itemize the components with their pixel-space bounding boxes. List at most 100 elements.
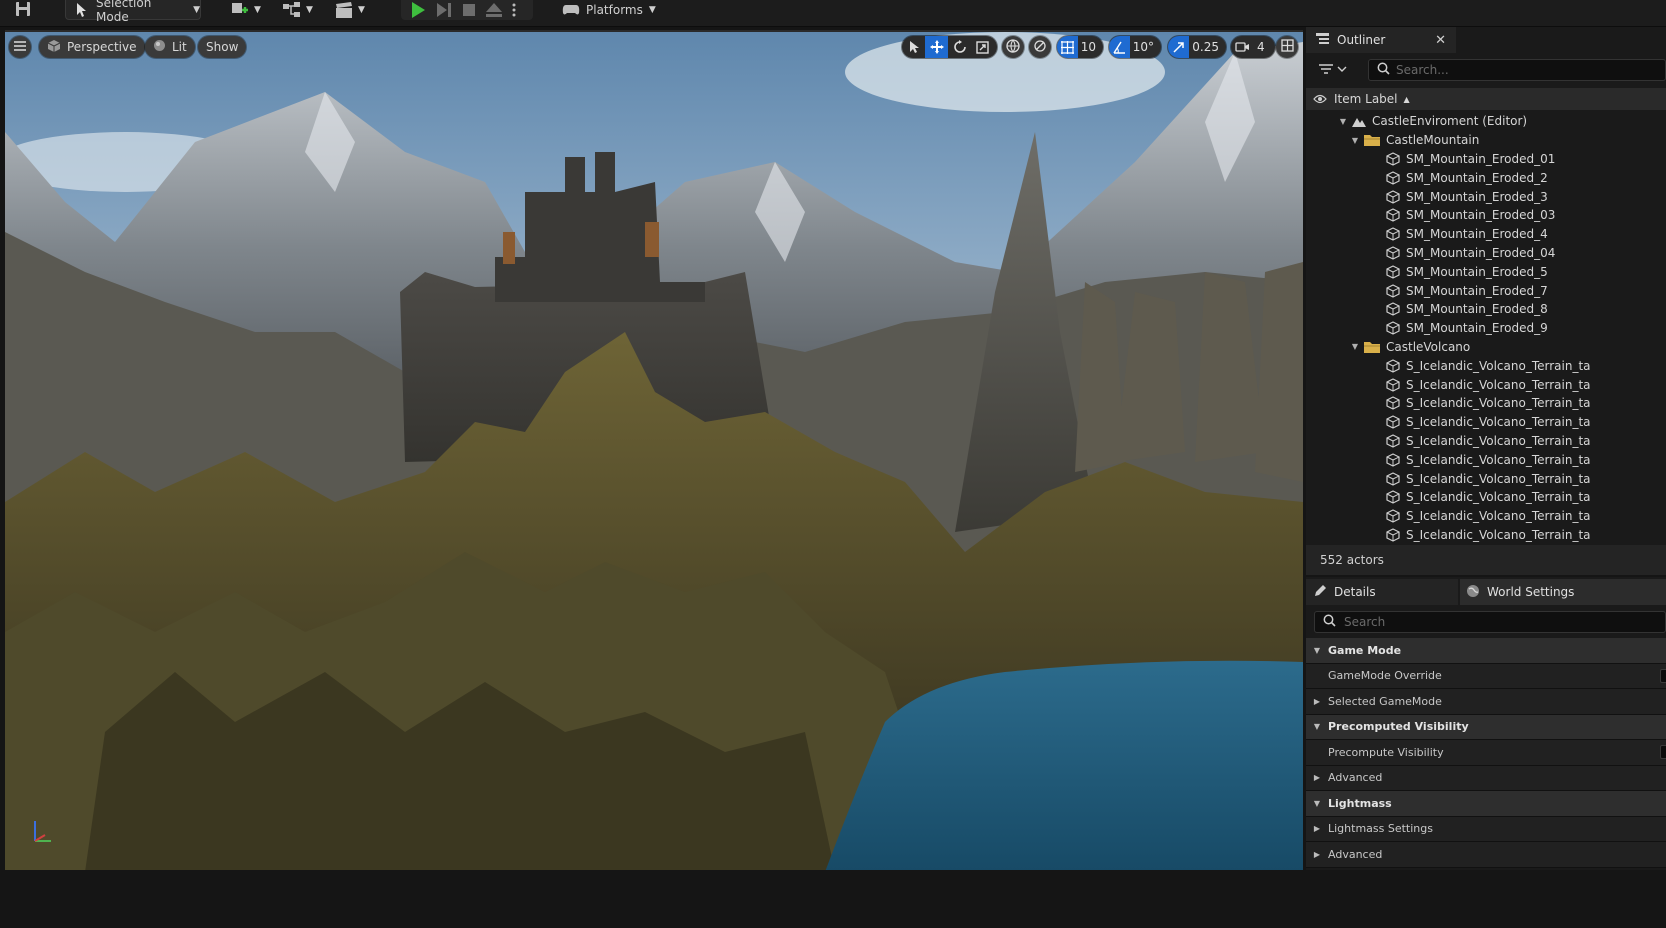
expand-arrow-icon[interactable]: ▼ (1350, 136, 1360, 145)
perspective-label: Perspective (67, 40, 137, 54)
scale-snap-control[interactable]: 0.25 (1168, 36, 1226, 58)
details-category[interactable]: ▼ Precomputed Visibility (1306, 714, 1666, 740)
camera-speed-control[interactable]: 4 (1231, 36, 1275, 58)
scene-render (5, 32, 1303, 870)
details-panel: Details World Settings Search ▼ Game Mode… (1306, 577, 1666, 870)
cinematics-button[interactable]: ▼ (334, 0, 374, 20)
gamepad-icon (562, 3, 580, 17)
outliner-item-row[interactable]: SM_Mountain_Eroded_9 (1306, 319, 1666, 338)
details-category[interactable]: ▼ Game Mode (1306, 638, 1666, 664)
outliner-panel: Outliner ✕ Search... Item Label ▲ ▼ Castl… (1306, 27, 1666, 575)
add-content-button[interactable]: ▼ (230, 0, 270, 20)
expand-arrow-icon[interactable]: ▶ (1306, 773, 1328, 782)
outliner-item-row[interactable]: S_Icelandic_Volcano_Terrain_ta (1306, 469, 1666, 488)
move-tool-icon[interactable] (925, 36, 948, 58)
outliner-item-row[interactable]: S_Icelandic_Volcano_Terrain_ta (1306, 394, 1666, 413)
outliner-item-row[interactable]: S_Icelandic_Volcano_Terrain_ta (1306, 488, 1666, 507)
outliner-item-row[interactable]: SM_Mountain_Eroded_2 (1306, 168, 1666, 187)
eject-icon[interactable] (485, 2, 503, 18)
collapse-arrow-icon[interactable]: ▼ (1306, 799, 1328, 808)
outliner-search-input[interactable]: Search... (1368, 59, 1666, 81)
surface-snap-icon (1033, 39, 1047, 56)
outliner-item-label: SM_Mountain_Eroded_9 (1406, 321, 1548, 336)
outliner-item-row[interactable]: ▼ CastleEnviroment (Editor) (1306, 112, 1666, 131)
outliner-item-row[interactable]: SM_Mountain_Eroded_3 (1306, 187, 1666, 206)
outliner-item-row[interactable]: S_Icelandic_Volcano_Terrain_ta (1306, 375, 1666, 394)
expand-arrow-icon[interactable]: ▼ (1350, 342, 1360, 351)
outliner-item-label: S_Icelandic_Volcano_Terrain_ta (1406, 490, 1591, 505)
outliner-column-header[interactable]: Item Label ▲ (1306, 88, 1666, 110)
more-options-icon[interactable] (511, 2, 517, 18)
outliner-item-row[interactable]: S_Icelandic_Volcano_Terrain_ta (1306, 450, 1666, 469)
expand-arrow-icon[interactable]: ▼ (1338, 117, 1348, 126)
outliner-item-row[interactable]: S_Icelandic_Volcano_Terrain_ta (1306, 413, 1666, 432)
outliner-item-row[interactable]: SM_Mountain_Eroded_01 (1306, 150, 1666, 169)
tab-outliner[interactable]: Outliner ✕ (1306, 27, 1456, 53)
static-mesh-icon (1386, 359, 1406, 373)
outliner-item-row[interactable]: SM_Mountain_Eroded_4 (1306, 225, 1666, 244)
viewport-menu-button[interactable] (9, 36, 31, 58)
rotation-snap-control[interactable]: 10° (1109, 36, 1161, 58)
chevron-down-icon: ▼ (358, 5, 365, 15)
expand-arrow-icon[interactable]: ▶ (1306, 697, 1328, 706)
outliner-icon (1316, 32, 1329, 48)
filter-icon[interactable] (1318, 61, 1348, 80)
show-button[interactable]: Show (198, 36, 247, 58)
lit-button[interactable]: Lit (145, 36, 195, 58)
outliner-item-row[interactable]: S_Icelandic_Volcano_Terrain_ta (1306, 432, 1666, 451)
outliner-item-row[interactable]: S_Icelandic_Volcano_Terrain_ta (1306, 356, 1666, 375)
collapse-arrow-icon[interactable]: ▼ (1306, 722, 1328, 731)
close-icon[interactable]: ✕ (1435, 33, 1446, 48)
outliner-item-row[interactable]: SM_Mountain_Eroded_7 (1306, 281, 1666, 300)
stop-icon[interactable] (461, 2, 477, 18)
details-property[interactable]: Precompute Visibility (1306, 740, 1666, 766)
details-property[interactable]: ▶ Lightmass Settings (1306, 816, 1666, 842)
clapperboard-icon (334, 1, 354, 19)
property-checkbox[interactable] (1660, 745, 1666, 760)
select-tool-icon[interactable] (902, 36, 925, 58)
selection-mode-dropdown[interactable]: Selection Mode ▼ (65, 0, 201, 24)
details-property[interactable]: ▶ Advanced (1306, 842, 1666, 868)
details-row-label: Precomputed Visibility (1328, 720, 1469, 734)
static-mesh-icon (1386, 189, 1406, 204)
grid-snap-control[interactable]: 10 (1057, 36, 1103, 58)
tab-world-settings[interactable]: World Settings (1460, 579, 1666, 605)
details-tabs: Details World Settings (1306, 577, 1666, 605)
outliner-item-row[interactable]: S_Icelandic_Volcano_Terrain_ta (1306, 526, 1666, 544)
outliner-search-placeholder: Search... (1396, 63, 1449, 77)
outliner-folder-row[interactable]: ▼ CastleVolcano (1306, 338, 1666, 357)
scale-tool-icon[interactable] (971, 36, 994, 58)
outliner-item-label: S_Icelandic_Volcano_Terrain_ta (1406, 452, 1591, 467)
save-icon[interactable] (14, 0, 36, 20)
play-icon[interactable] (409, 1, 427, 19)
outliner-item-row[interactable]: S_Icelandic_Volcano_Terrain_ta (1306, 507, 1666, 526)
layout-grid-icon (1280, 39, 1294, 55)
details-search-input[interactable]: Search (1314, 611, 1666, 633)
outliner-item-row[interactable]: SM_Mountain_Eroded_8 (1306, 300, 1666, 319)
tab-details[interactable]: Details (1306, 579, 1458, 605)
world-icon (1352, 115, 1372, 128)
world-space-button[interactable] (1002, 36, 1024, 58)
details-property[interactable]: ▶ Selected GameMode (1306, 689, 1666, 715)
expand-arrow-icon[interactable]: ▶ (1306, 824, 1328, 833)
viewport-layout-button[interactable] (1276, 36, 1298, 58)
property-checkbox[interactable] (1660, 668, 1666, 683)
step-icon[interactable] (435, 1, 453, 19)
platforms-dropdown[interactable]: Platforms ▼ (562, 0, 662, 20)
outliner-item-row[interactable]: SM_Mountain_Eroded_03 (1306, 206, 1666, 225)
outliner-item-row[interactable]: SM_Mountain_Eroded_5 (1306, 262, 1666, 281)
surface-snap-button[interactable] (1029, 36, 1051, 58)
eye-icon[interactable] (1306, 94, 1334, 104)
outliner-folder-row[interactable]: ▼ CastleMountain (1306, 131, 1666, 150)
details-property[interactable]: GameMode Override (1306, 663, 1666, 689)
blueprints-button[interactable]: ▼ (282, 0, 322, 20)
perspective-button[interactable]: Perspective (39, 36, 145, 58)
details-property[interactable]: ▶ Advanced (1306, 765, 1666, 791)
details-search-placeholder: Search (1344, 615, 1386, 629)
outliner-item-row[interactable]: SM_Mountain_Eroded_04 (1306, 244, 1666, 263)
collapse-arrow-icon[interactable]: ▼ (1306, 646, 1328, 655)
rotate-tool-icon[interactable] (948, 36, 971, 58)
level-viewport[interactable]: Perspective Lit Show 10 10° 0.25 4 (5, 30, 1303, 870)
expand-arrow-icon[interactable]: ▶ (1306, 850, 1328, 859)
details-category[interactable]: ▼ Lightmass (1306, 791, 1666, 817)
